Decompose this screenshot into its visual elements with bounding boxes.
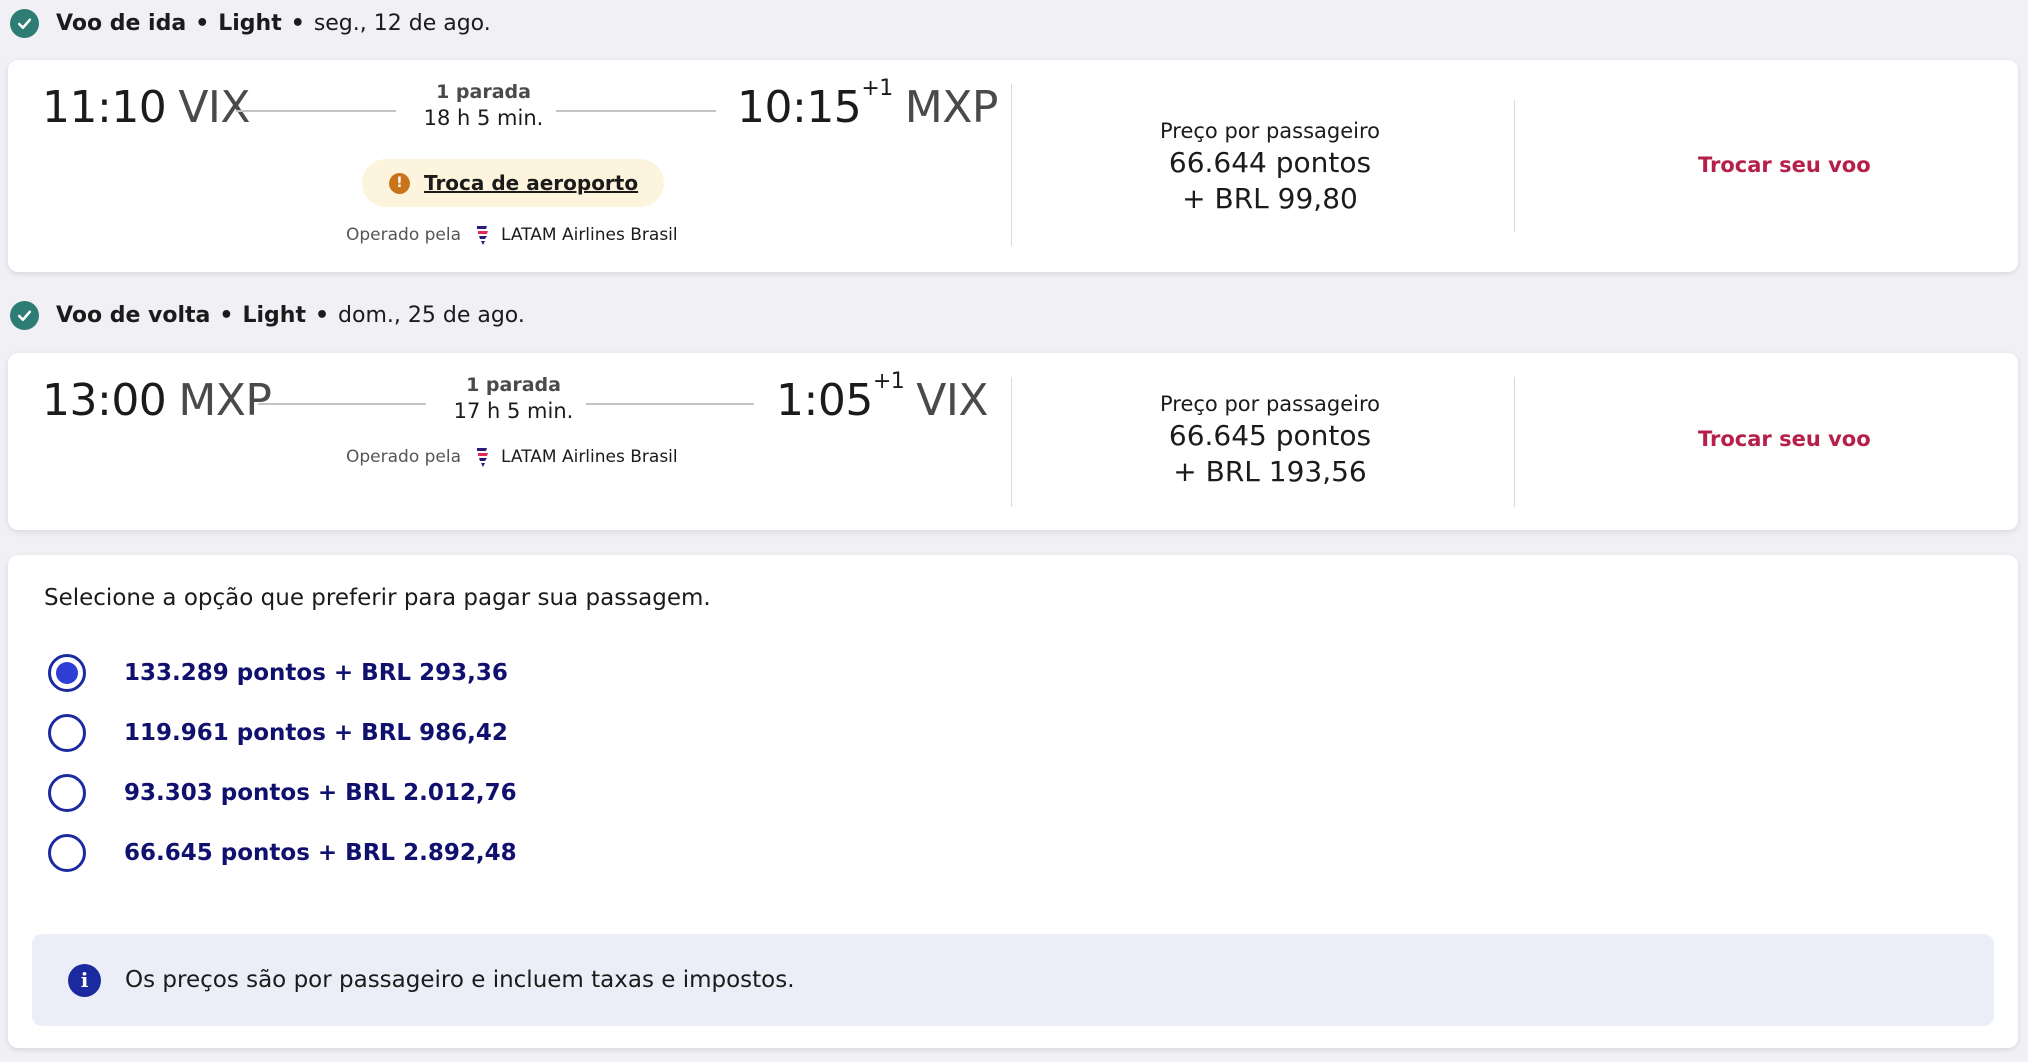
route-line xyxy=(556,110,716,112)
arrival-time: 10:15 xyxy=(737,82,862,133)
latam-logo-icon xyxy=(477,226,489,245)
outbound-stops: 1 parada 18 h 5 min. xyxy=(406,80,561,132)
payment-options-panel: Selecione a opção que preferir para paga… xyxy=(8,555,2018,1048)
latam-logo-icon xyxy=(477,448,489,467)
return-price: Preço por passageiro 66.645 pontos + BRL… xyxy=(1140,390,1400,490)
return-date: dom., 25 de ago. xyxy=(338,302,525,328)
arrival-day-offset: +1 xyxy=(872,369,905,394)
price-money: + BRL 193,56 xyxy=(1173,455,1367,488)
departure-airport: MXP xyxy=(178,375,272,426)
payment-option[interactable]: 93.303 pontos + BRL 2.012,76 xyxy=(48,773,517,813)
price-label: Preço por passageiro xyxy=(1160,392,1380,416)
divider xyxy=(1011,377,1012,507)
route-line xyxy=(586,403,754,405)
change-return-flight-button[interactable]: Trocar seu voo xyxy=(1698,427,1871,451)
payment-option[interactable]: 133.289 pontos + BRL 293,36 xyxy=(48,653,508,693)
flight-duration: 18 h 5 min. xyxy=(423,106,544,130)
operated-by: Operado pela LATAM Airlines Brasil xyxy=(346,445,678,469)
outbound-arrival: 10:15+1 MXP xyxy=(737,76,999,133)
payment-option-label: 133.289 pontos + BRL 293,36 xyxy=(124,660,508,686)
price-money: + BRL 99,80 xyxy=(1182,182,1358,215)
return-section-header: Voo de volta • Light • dom., 25 de ago. xyxy=(10,300,525,330)
return-flight-card: 13:00 MXP 1 parada 17 h 5 min. 1:05+1 VIX … xyxy=(8,353,2018,530)
payment-option-label: 66.645 pontos + BRL 2.892,48 xyxy=(124,840,517,866)
return-stops: 1 parada 17 h 5 min. xyxy=(436,373,591,425)
arrival-airport: MXP xyxy=(904,82,999,133)
separator-dot: • xyxy=(219,302,234,328)
radio-button[interactable] xyxy=(48,774,86,812)
info-notice: i Os preços são por passageiro e incluem… xyxy=(32,934,1994,1026)
check-circle-icon xyxy=(10,8,39,38)
flight-duration: 17 h 5 min. xyxy=(453,399,574,423)
outbound-departure: 11:10 VIX xyxy=(42,82,251,133)
airport-change-link[interactable]: Troca de aeroporto xyxy=(424,171,638,195)
price-points: 66.644 pontos xyxy=(1168,146,1372,179)
arrival-time: 1:05 xyxy=(776,375,873,426)
price-points: 66.645 pontos xyxy=(1168,419,1372,452)
return-fare: Light xyxy=(242,302,306,328)
stops-count: 1 parada xyxy=(466,374,561,396)
payment-option-label: 119.961 pontos + BRL 986,42 xyxy=(124,720,508,746)
separator-dot: • xyxy=(195,10,210,36)
info-text: Os preços são por passageiro e incluem t… xyxy=(125,967,795,993)
payment-title: Selecione a opção que preferir para paga… xyxy=(44,585,711,611)
payment-option[interactable]: 119.961 pontos + BRL 986,42 xyxy=(48,713,508,753)
route-line xyxy=(236,110,396,112)
route-line xyxy=(258,403,426,405)
airport-change-badge[interactable]: ! Troca de aeroporto xyxy=(362,159,665,207)
radio-button[interactable] xyxy=(48,714,86,752)
return-departure: 13:00 MXP xyxy=(42,375,272,426)
arrival-day-offset: +1 xyxy=(861,76,893,101)
airline-name: LATAM Airlines Brasil xyxy=(501,225,678,245)
change-outbound-flight-button[interactable]: Trocar seu voo xyxy=(1698,153,1871,177)
payment-option[interactable]: 66.645 pontos + BRL 2.892,48 xyxy=(48,833,517,873)
outbound-flight-card: 11:10 VIX 1 parada 18 h 5 min. 10:15+1 MXP… xyxy=(8,60,2018,272)
check-circle-icon xyxy=(10,300,39,330)
departure-time: 13:00 xyxy=(42,375,167,426)
arrival-airport: VIX xyxy=(916,375,988,426)
outbound-section-header: Voo de ida • Light • seg., 12 de ago. xyxy=(10,8,491,38)
radio-button[interactable] xyxy=(48,834,86,872)
outbound-fare: Light xyxy=(218,10,282,36)
operated-by-label: Operado pela xyxy=(346,225,462,245)
departure-airport: VIX xyxy=(178,82,251,133)
operated-by-label: Operado pela xyxy=(346,447,462,467)
outbound-label: Voo de ida xyxy=(56,10,187,36)
operated-by: Operado pela LATAM Airlines Brasil xyxy=(346,223,678,247)
stops-count: 1 parada xyxy=(436,81,531,103)
separator-dot: • xyxy=(314,302,330,328)
return-label: Voo de volta xyxy=(56,302,211,328)
return-arrival: 1:05+1 VIX xyxy=(776,369,988,426)
price-label: Preço por passageiro xyxy=(1160,119,1380,143)
divider xyxy=(1011,84,1012,246)
payment-option-label: 93.303 pontos + BRL 2.012,76 xyxy=(124,780,517,806)
separator-dot: • xyxy=(290,10,305,36)
warning-icon: ! xyxy=(389,172,410,194)
radio-button-selected[interactable] xyxy=(48,654,86,692)
divider xyxy=(1514,100,1515,232)
airline-name: LATAM Airlines Brasil xyxy=(501,447,678,467)
outbound-date: seg., 12 de ago. xyxy=(313,10,491,36)
info-icon: i xyxy=(68,963,101,997)
outbound-price: Preço por passageiro 66.644 pontos + BRL… xyxy=(1140,117,1400,217)
divider xyxy=(1514,377,1515,507)
departure-time: 11:10 xyxy=(42,82,167,133)
